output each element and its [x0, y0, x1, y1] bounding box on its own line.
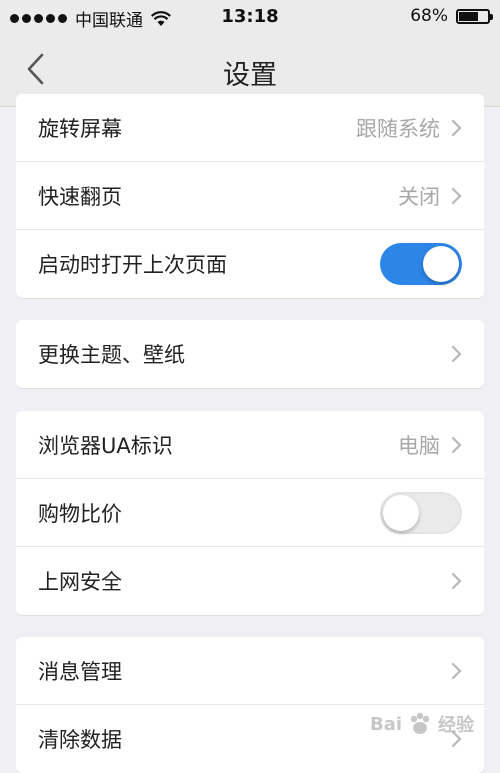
toggle-knob	[383, 494, 419, 531]
setting-row-message-management[interactable]: 消息管理	[16, 637, 484, 705]
restore-last-page-toggle[interactable]	[380, 243, 462, 285]
setting-label: 购物比价	[38, 501, 122, 526]
setting-value: 关闭	[398, 184, 440, 209]
chevron-right-icon	[451, 345, 462, 363]
setting-label: 浏览器UA标识	[38, 433, 173, 458]
setting-label: 旋转屏幕	[38, 116, 122, 141]
setting-label: 更换主题、壁纸	[38, 343, 185, 367]
price-compare-toggle[interactable]	[380, 491, 462, 534]
settings-group-display: 旋转屏幕 跟随系统 快速翻页 关闭 启动时打开上次页面	[16, 94, 484, 298]
status-right: 68%	[410, 6, 493, 26]
paw-icon	[410, 712, 430, 734]
settings-group-browser: 浏览器UA标识 电脑 购物比价 上网安全	[16, 411, 484, 615]
battery-percent: 68%	[410, 6, 448, 26]
watermark-text-right: 经验	[438, 715, 475, 736]
setting-value: 跟随系统	[356, 116, 440, 141]
watermark-text-left: Bai	[370, 713, 403, 735]
toggle-knob	[423, 246, 459, 282]
settings-group-theme: 更换主题、壁纸	[16, 320, 484, 388]
setting-row-quick-page-turn[interactable]: 快速翻页 关闭	[16, 162, 484, 230]
setting-label: 快速翻页	[38, 184, 122, 209]
setting-label: 上网安全	[38, 570, 122, 594]
setting-row-price-compare: 购物比价	[16, 479, 484, 547]
status-bar: 中国联通 13:18 68%	[0, 0, 500, 33]
chevron-right-icon	[451, 436, 462, 453]
setting-row-rotate-screen[interactable]: 旋转屏幕 跟随系统	[16, 94, 484, 162]
setting-label: 消息管理	[38, 659, 122, 684]
setting-row-theme-wallpaper[interactable]: 更换主题、壁纸	[16, 320, 484, 388]
setting-label: 启动时打开上次页面	[38, 253, 227, 277]
chevron-right-icon	[451, 119, 462, 136]
watermark: Bai 经验	[370, 704, 490, 744]
chevron-right-icon	[451, 662, 462, 679]
chevron-right-icon	[451, 572, 462, 590]
setting-value: 电脑	[398, 433, 440, 458]
setting-row-restore-last-page: 启动时打开上次页面	[16, 230, 484, 298]
battery-fill	[459, 11, 479, 21]
chevron-right-icon	[451, 187, 462, 204]
page-title: 设置	[223, 60, 277, 91]
setting-row-user-agent[interactable]: 浏览器UA标识 电脑	[16, 411, 484, 479]
setting-row-web-security[interactable]: 上网安全	[16, 547, 484, 615]
battery-icon	[456, 8, 493, 24]
